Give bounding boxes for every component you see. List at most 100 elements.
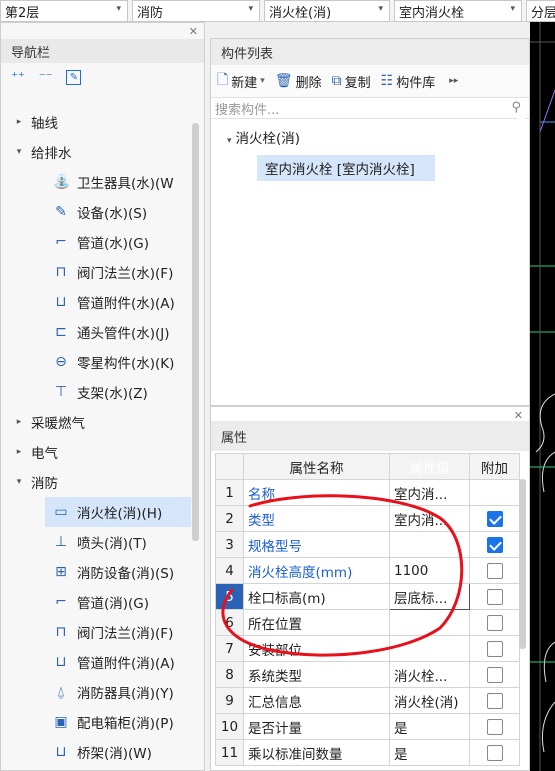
append-checkbox[interactable] — [486, 692, 503, 709]
append-checkbox[interactable] — [486, 640, 503, 657]
property-row[interactable]: 7 安装部位 — [215, 635, 520, 662]
chevron-down-icon[interactable]: ▾ — [13, 147, 25, 157]
property-value-cell[interactable]: 层底标... — [389, 583, 470, 610]
nav-tree-item[interactable]: ▭ 消火栓(消)(H) — [45, 497, 191, 527]
property-value-cell[interactable] — [389, 609, 470, 636]
nav-tree-item[interactable]: ▾ 消防 — [1, 467, 191, 497]
nav-tree-item[interactable]: ⊓ 阀门法兰(消)(F) — [1, 617, 191, 647]
property-value-cell[interactable]: 是 — [389, 739, 470, 766]
property-row[interactable]: 10 是否计量是 — [215, 713, 520, 740]
close-icon[interactable]: ✕ — [189, 25, 198, 38]
nav-tree-item[interactable]: ⊏ 通头管件(水)(J) — [1, 317, 191, 347]
append-checkbox[interactable] — [486, 536, 503, 553]
floor-select-value: 第2层 — [5, 5, 40, 21]
append-checkbox[interactable] — [486, 562, 503, 579]
append-checkbox[interactable] — [486, 614, 503, 631]
pipe-accessory-icon: ⊔ — [55, 294, 67, 310]
nav-tree-item[interactable]: ⊥ 喷头(消)(T) — [1, 527, 191, 557]
layer-select[interactable]: 分层 — [526, 0, 555, 22]
property-value-cell[interactable]: 室内消... — [389, 505, 470, 532]
property-add-cell — [469, 739, 520, 766]
nav-tree-item[interactable]: ⌐ 管道(水)(G) — [1, 227, 191, 257]
component-select[interactable]: 室内消火栓 ▾ — [394, 0, 522, 22]
append-checkbox[interactable] — [486, 510, 503, 527]
top-selector-bar: 第2层 ▾ 消防 ▾ 消火栓(消) ▾ 室内消火栓 ▾ 分层 — [0, 0, 555, 22]
property-row[interactable]: 5 栓口标高(m) 层底标... — [215, 583, 520, 610]
property-row[interactable]: 4 消火栓高度(mm) 1100 — [215, 557, 520, 584]
collapse-all-icon[interactable]: ⁻⁻ — [39, 70, 53, 85]
property-row-number: 8 — [215, 661, 244, 688]
component-search-input[interactable]: 搜索构件... ⚲ — [211, 97, 529, 119]
nav-tree-item[interactable]: ⊓ 阀门法兰(水)(F) — [1, 257, 191, 287]
discipline-select[interactable]: 消防 ▾ — [132, 0, 260, 22]
nav-scrollbar[interactable] — [192, 123, 199, 541]
nav-tree-item[interactable]: ▸ 采暖燃气 — [1, 407, 191, 437]
new-button[interactable]: 🗋 新建 ▾ — [217, 69, 265, 93]
property-value-cell[interactable]: 消火栓... — [389, 661, 470, 688]
property-row-number: 3 — [215, 531, 244, 558]
nav-tree-item-label: 消火栓(消)(H) — [77, 506, 163, 522]
append-checkbox[interactable] — [486, 666, 503, 683]
nav-tree-item[interactable]: ⊤ 支架(水)(Z) — [1, 377, 191, 407]
nav-tree-item[interactable]: ⊔ 管道附件(消)(A) — [1, 647, 191, 677]
property-row[interactable]: 2 类型 室内消... — [215, 505, 520, 532]
chevron-down-icon: ▾ — [248, 4, 253, 14]
property-row[interactable]: 6 所在位置 — [215, 609, 520, 636]
sanitary-icon: ⛲ — [53, 174, 71, 190]
append-checkbox[interactable] — [486, 744, 503, 761]
nav-tree-item[interactable]: ✎ 设备(水)(S) — [1, 197, 191, 227]
nav-tree-item[interactable]: ⊖ 零星构件(水)(K) — [1, 347, 191, 377]
copy-button[interactable]: ⧉ 复制 — [332, 72, 371, 91]
property-value-cell[interactable]: 室内消... — [389, 479, 470, 506]
pipe-icon: ⌐ — [55, 234, 67, 250]
trash-icon: 🗑 — [274, 73, 293, 89]
property-value-cell[interactable]: 消火栓(消) — [389, 687, 470, 714]
property-row[interactable]: 1 名称 室内消... — [215, 479, 520, 506]
property-name: 规格型号 — [243, 531, 390, 558]
category-select-value: 消火栓(消) — [269, 5, 332, 21]
nav-tree-item[interactable]: ▣ 配电箱柜(消)(P) — [1, 707, 191, 737]
category-select[interactable]: 消火栓(消) ▾ — [264, 0, 390, 22]
property-add-cell — [469, 479, 520, 506]
property-value-cell[interactable] — [389, 635, 470, 662]
component-list-title: 构件列表 — [221, 46, 274, 62]
chevron-down-icon[interactable]: ▾ — [13, 477, 25, 487]
chevron-right-icon[interactable]: ▸ — [13, 117, 25, 127]
nav-tree-item[interactable]: ⊞ 消防设备(消)(S) — [1, 557, 191, 587]
delete-button[interactable]: 🗑 删除 — [275, 72, 322, 91]
nav-tree-item[interactable]: ▸ 电气 — [1, 437, 191, 467]
expand-all-icon[interactable]: ⁺⁺ — [11, 70, 25, 85]
chevron-down-icon: ▾ — [378, 4, 383, 14]
column-header-add: 附加 — [469, 453, 520, 480]
edit-icon[interactable]: ✎ — [66, 69, 82, 85]
library-button[interactable]: ☷ 构件库 — [381, 72, 436, 91]
nav-tree-item[interactable]: ▾ 给排水 — [1, 137, 191, 167]
nav-close-strip: ✕ — [1, 23, 204, 39]
floor-select[interactable]: 第2层 ▾ — [0, 0, 128, 22]
properties-table: 属性名称 属性值 附加 1 名称 室内消... 2 类型 室内消... 3 规格型号 4 消火栓高… — [215, 453, 520, 766]
chevron-right-icon[interactable]: ▸ — [13, 447, 25, 457]
more-icon[interactable]: ▸▸ — [449, 76, 458, 86]
property-value-cell[interactable]: 是 — [389, 713, 470, 740]
property-row[interactable]: 3 规格型号 — [215, 531, 520, 558]
property-add-cell — [469, 713, 520, 740]
property-value-cell[interactable]: 1100 — [389, 557, 470, 584]
chevron-right-icon[interactable]: ▸ — [13, 417, 25, 427]
properties-scrollbar[interactable] — [519, 479, 526, 649]
property-row[interactable]: 11 乘以标准间数量是 — [215, 739, 520, 766]
append-checkbox[interactable] — [486, 588, 503, 605]
append-checkbox[interactable] — [486, 718, 503, 735]
nav-tree-item[interactable]: ⌐ 管道(消)(G) — [1, 587, 191, 617]
nav-tree-item[interactable]: ⛲ 卫生器具(水)(W — [1, 167, 191, 197]
component-group-row[interactable]: ▾ 消火栓(消) — [211, 119, 529, 147]
nav-tree-item[interactable]: ▸ 轴线 — [1, 107, 191, 137]
property-row[interactable]: 9 汇总信息 消火栓(消) — [215, 687, 520, 714]
nav-tree-item[interactable]: ⍙ 消防器具(消)(Y) — [1, 677, 191, 707]
nav-tree-item[interactable]: ⊔ 管道附件(水)(A) — [1, 287, 191, 317]
property-row[interactable]: 8 系统类型 消火栓... — [215, 661, 520, 688]
property-add-cell — [469, 583, 520, 610]
drawing-canvas[interactable] — [530, 22, 555, 771]
property-value-cell[interactable] — [389, 531, 470, 558]
component-item[interactable]: 室内消火栓 [室内消火栓] — [257, 155, 435, 181]
nav-tree-item[interactable]: ⊔ 桥架(消)(W) — [1, 737, 191, 767]
